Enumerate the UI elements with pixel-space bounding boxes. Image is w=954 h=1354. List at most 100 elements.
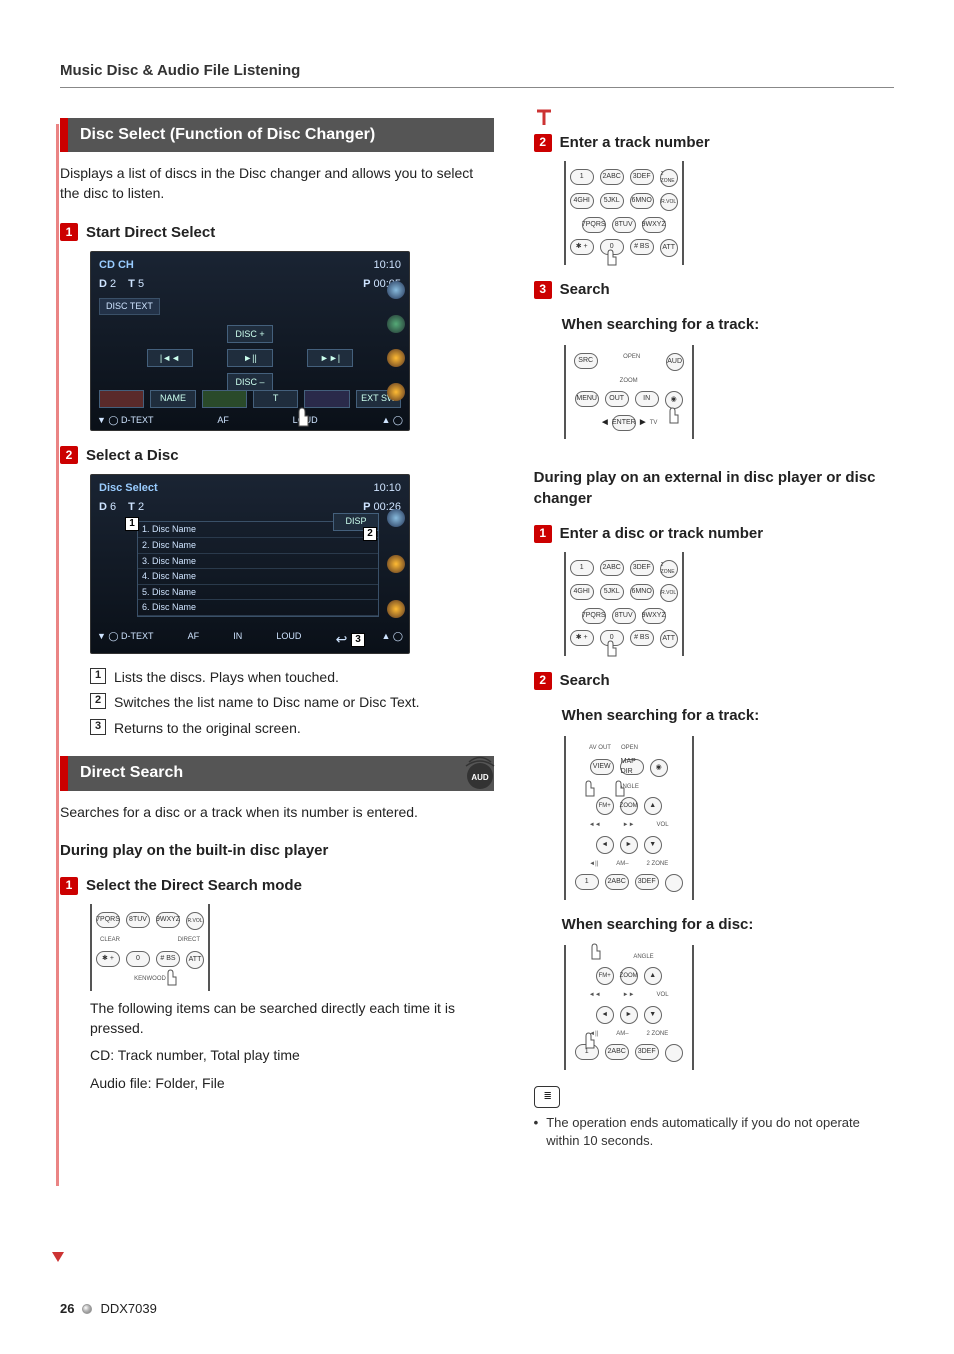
pointer-hand-icon — [162, 965, 180, 987]
key-3[interactable]: 3DEF — [635, 874, 659, 890]
step-search: 3 Search — [534, 279, 893, 300]
vol-label: VOL — [657, 991, 669, 999]
zoom-key[interactable]: ZOOM — [620, 797, 638, 815]
step-number: 3 — [534, 281, 552, 299]
key-7[interactable]: 7PQRS — [582, 608, 606, 624]
strip-button[interactable] — [202, 390, 247, 408]
right-key[interactable]: ► — [620, 1006, 638, 1024]
pointer-hand-icon — [291, 402, 313, 428]
key-0[interactable]: 0 — [126, 951, 150, 967]
key-9[interactable]: 9WXYZ — [642, 608, 666, 624]
twozone-key[interactable]: 2 ZONE — [660, 560, 678, 578]
d-label: D — [99, 278, 107, 290]
att-key[interactable]: ATT — [660, 239, 678, 257]
left-key[interactable]: ◄ — [596, 1006, 614, 1024]
disc-plus-button[interactable]: DISC + — [227, 325, 273, 343]
name-button[interactable]: NAME — [150, 390, 195, 408]
vol-up-key[interactable]: ▲ — [644, 797, 662, 815]
strip-button[interactable] — [99, 390, 144, 408]
view-key[interactable]: VIEW — [590, 759, 614, 775]
track-search-heading-2: When searching for a track: — [562, 705, 893, 726]
key-8[interactable]: 8TUV — [126, 912, 150, 928]
key-9[interactable]: 9WXYZ — [156, 912, 180, 928]
key-2[interactable]: 2ABC — [600, 560, 624, 576]
out-key[interactable]: OUT — [605, 391, 629, 407]
key-8[interactable]: 8TUV — [612, 608, 636, 624]
disc-minus-button[interactable]: DISC – — [227, 373, 273, 391]
key-3[interactable]: 3DEF — [635, 1044, 659, 1060]
key-1[interactable]: 1 — [570, 560, 594, 576]
key-8[interactable]: 8TUV — [612, 217, 636, 233]
aud-key[interactable]: AUD — [666, 353, 684, 371]
key-2[interactable]: 2ABC — [600, 169, 624, 185]
t-value: 5 — [138, 278, 144, 290]
list-item[interactable]: 3. Disc Name — [138, 554, 378, 570]
side-icon[interactable] — [387, 281, 405, 299]
key-3[interactable]: 3DEF — [630, 169, 654, 185]
key-6[interactable]: 6MNO — [630, 193, 654, 209]
disc-text-tab[interactable]: DISC TEXT — [99, 298, 160, 315]
pointer-hand-icon — [602, 636, 620, 658]
fm-key[interactable]: FM+ — [596, 797, 614, 815]
prev-track-button[interactable]: |◄◄ — [147, 349, 193, 367]
nav-key[interactable]: ◉ — [650, 759, 668, 777]
att-key[interactable]: ATT — [186, 951, 204, 969]
key-1[interactable]: 1 — [575, 874, 599, 890]
list-item[interactable]: 5. Disc Name — [138, 585, 378, 601]
rvol-key[interactable]: R.VOL — [660, 193, 678, 211]
key-2[interactable]: 2ABC — [605, 1044, 629, 1060]
enter-key[interactable]: ENTER — [612, 415, 636, 431]
key-star[interactable]: ✱ + — [570, 630, 594, 646]
d-label: D — [99, 501, 107, 513]
key-7[interactable]: 7PQRS — [96, 912, 120, 928]
key-4[interactable]: 4GHI — [570, 193, 594, 209]
rvol-key[interactable]: R.VOL — [186, 912, 204, 930]
key-4[interactable]: 4GHI — [570, 584, 594, 600]
rvol-key[interactable]: R.VOL — [660, 584, 678, 602]
play-pause-button[interactable]: ►|| — [227, 349, 273, 367]
key-star[interactable]: ✱ + — [570, 239, 594, 255]
in-key[interactable]: IN — [635, 391, 659, 407]
key-3[interactable]: 3DEF — [630, 560, 654, 576]
vol-down-key[interactable]: ▼ — [644, 1006, 662, 1024]
key-1[interactable]: 1 — [570, 169, 594, 185]
side-icon[interactable] — [387, 509, 405, 527]
side-icon[interactable] — [387, 383, 405, 401]
twozone-key[interactable]: 2 ZONE — [660, 169, 678, 187]
fm-key[interactable]: FM+ — [596, 967, 614, 985]
left-key[interactable]: ◄ — [596, 836, 614, 854]
pointer-hand-icon — [580, 776, 598, 798]
key-6[interactable]: 6MNO — [630, 584, 654, 600]
key-5[interactable]: 5JKL — [600, 584, 624, 600]
section-accent — [60, 756, 68, 790]
key-7[interactable]: 7PQRS — [582, 217, 606, 233]
mapdir-key[interactable]: MAP DIR — [620, 759, 644, 775]
right-key[interactable]: ► — [620, 836, 638, 854]
menu-key[interactable]: MENU — [575, 391, 599, 407]
remote-keypad-6: ANGLE FM+ ZOOM ▲ ◄◄►►VOL ◄ ► ▼ ◄||AM–2 Z… — [564, 945, 694, 1070]
key-2[interactable]: 2ABC — [605, 874, 629, 890]
key-star[interactable]: ✱ + — [96, 951, 120, 967]
side-icon[interactable] — [387, 349, 405, 367]
disc-select-intro: Displays a list of discs in the Disc cha… — [60, 164, 494, 203]
list-item[interactable]: 2. Disc Name — [138, 538, 378, 554]
zone-key[interactable] — [665, 874, 683, 892]
vol-down-key[interactable]: ▼ — [644, 836, 662, 854]
zoom-key[interactable]: ZOOM — [620, 967, 638, 985]
key-5[interactable]: 5JKL — [600, 193, 624, 209]
next-track-button[interactable]: ►►| — [307, 349, 353, 367]
side-icon[interactable] — [387, 315, 405, 333]
list-item[interactable]: 4. Disc Name — [138, 569, 378, 585]
src-key[interactable]: SRC — [574, 353, 598, 369]
mode-label: CD CH — [99, 258, 134, 273]
key-hash[interactable]: # BS — [630, 239, 654, 255]
key-9[interactable]: 9WXYZ — [642, 217, 666, 233]
side-icon[interactable] — [387, 600, 405, 618]
side-icon[interactable] — [387, 555, 405, 573]
zone-key[interactable] — [665, 1044, 683, 1062]
att-key[interactable]: ATT — [660, 630, 678, 648]
key-hash[interactable]: # BS — [630, 630, 654, 646]
foot-dtext: D-TEXT — [121, 631, 154, 641]
list-item[interactable]: 6. Disc Name — [138, 600, 378, 616]
vol-up-key[interactable]: ▲ — [644, 967, 662, 985]
